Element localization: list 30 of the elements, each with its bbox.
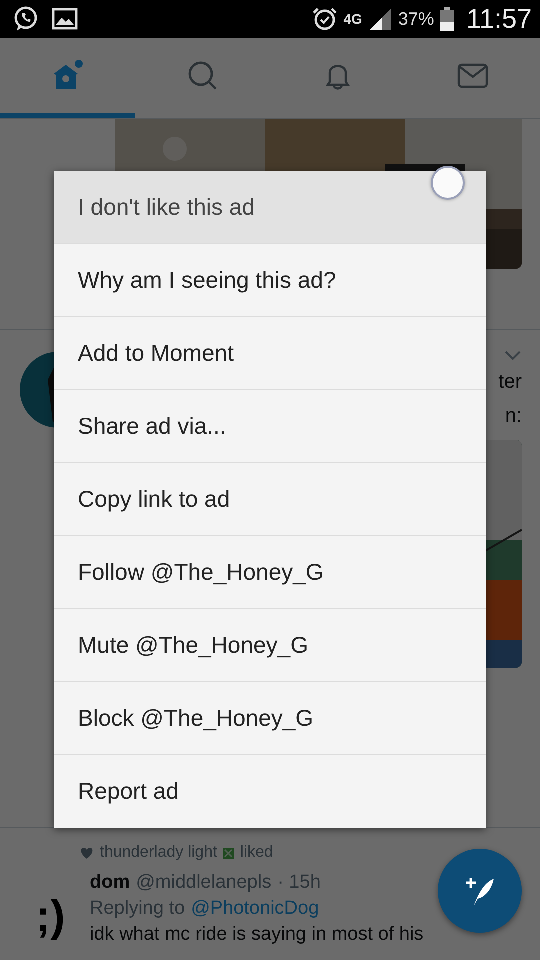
alarm-icon (312, 6, 338, 32)
menu-item[interactable]: Copy link to ad (54, 463, 486, 536)
menu-item[interactable]: Block @The_Honey_G (54, 682, 486, 755)
menu-item[interactable]: I don't like this ad (54, 171, 486, 244)
chat-app-icon (12, 5, 40, 33)
search-icon (186, 60, 218, 92)
tweet-time: · 15h (278, 872, 321, 894)
user-handle: @middlelanepls (136, 872, 272, 894)
tweet-text: n: (505, 404, 522, 429)
avatar-text[interactable]: ;) (36, 872, 76, 946)
battery-percent: 37% (398, 8, 434, 30)
liked-label: liked (240, 844, 274, 862)
clock: 11:57 (466, 4, 532, 34)
menu-item[interactable]: Why am I seeing this ad? (54, 244, 486, 317)
battery-icon (440, 7, 454, 31)
signal-icon (368, 7, 392, 31)
heart-icon (80, 846, 94, 860)
menu-item[interactable]: Follow @The_Honey_G (54, 536, 486, 609)
chevron-down-icon[interactable] (504, 350, 522, 362)
tweet-text: ter (498, 370, 522, 395)
replying-label: Replying to (90, 898, 186, 920)
menu-item[interactable]: Add to Moment (54, 317, 486, 390)
network-type: 4G (344, 11, 362, 27)
menu-item[interactable]: Mute @The_Honey_G (54, 609, 486, 682)
envelope-icon (456, 62, 488, 90)
menu-item[interactable]: Share ad via... (54, 390, 486, 463)
tweet-text: idk what mc ride is saying in most of his (90, 924, 424, 946)
image-icon (52, 8, 78, 30)
user-name[interactable]: dom (90, 872, 130, 894)
menu-item[interactable]: Report ad (54, 755, 486, 828)
